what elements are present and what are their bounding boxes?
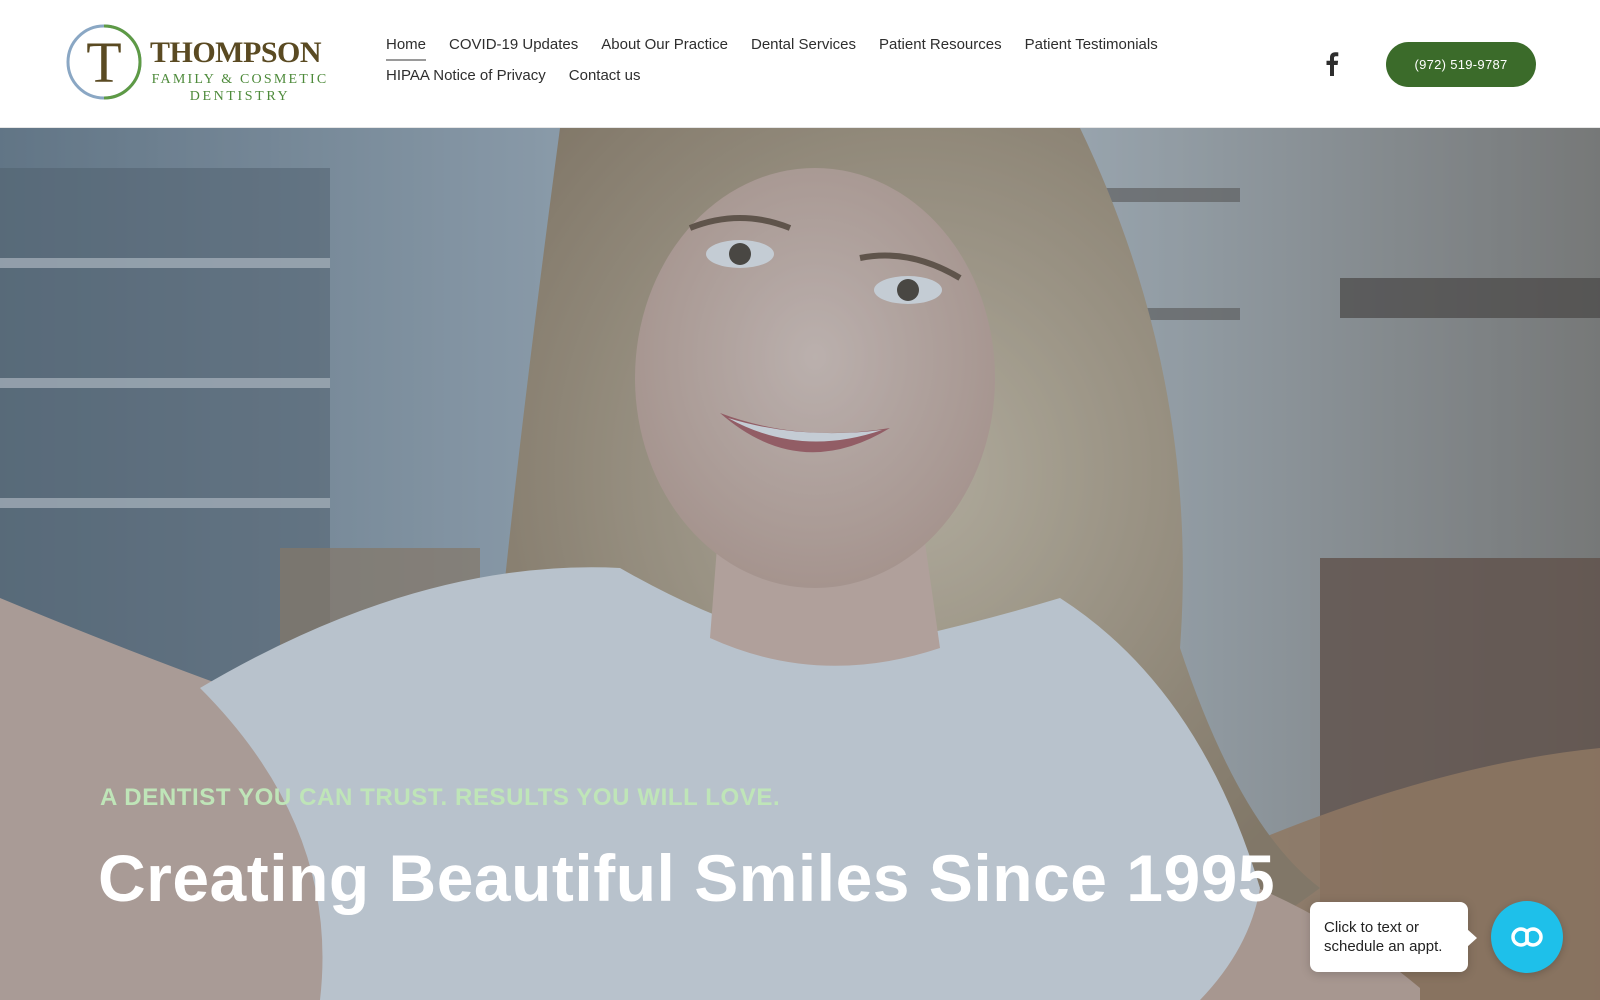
logo-subtitle-line2: DENTISTRY [189,89,291,104]
logo-name: THOMPSON [150,36,322,69]
site-header: T THOMPSON FAMILY & COSMETIC DENTISTRY H… [0,0,1600,128]
nav-row-2: HIPAA Notice of Privacy Contact us [386,67,1286,98]
chat-prompt-line2: schedule an appt. [1324,938,1443,955]
chat-prompt-bubble[interactable]: Click to text or schedule an appt. [1310,902,1477,972]
nav-item-home[interactable]: Home [386,36,427,61]
facebook-icon[interactable] [1320,50,1344,78]
chat-loop-icon [1511,927,1543,947]
nav-item-patient-resources[interactable]: Patient Resources [879,36,1002,59]
logo-monogram-icon: T [66,24,142,100]
svg-text:T: T [86,30,121,95]
practice-logo[interactable]: T THOMPSON FAMILY & COSMETIC DENTISTRY [64,22,334,106]
chat-prompt-line1: Click to text or [1324,919,1420,936]
hero-tagline: A DENTIST YOU CAN TRUST. RESULTS YOU WIL… [100,784,781,811]
nav-item-hipaa-notice[interactable]: HIPAA Notice of Privacy [386,67,546,90]
call-phone-button[interactable]: (972) 519-9787 [1386,42,1536,87]
nav-item-contact-us[interactable]: Contact us [569,67,641,90]
hero-banner: A DENTIST YOU CAN TRUST. RESULTS YOU WIL… [0,128,1600,1000]
nav-item-patient-testimonials[interactable]: Patient Testimonials [1025,36,1158,59]
nav-item-covid-updates[interactable]: COVID-19 Updates [449,36,578,59]
main-nav: Home COVID-19 Updates About Our Practice… [386,36,1286,98]
nav-item-dental-services[interactable]: Dental Services [751,36,856,59]
chat-launcher-button[interactable] [1491,901,1563,973]
nav-item-about-practice[interactable]: About Our Practice [601,36,728,59]
hero-headline: Creating Beautiful Smiles Since 1995 [98,841,1276,915]
nav-row-1: Home COVID-19 Updates About Our Practice… [386,36,1286,67]
logo-subtitle-line1: FAMILY & COSMETIC [151,72,329,87]
